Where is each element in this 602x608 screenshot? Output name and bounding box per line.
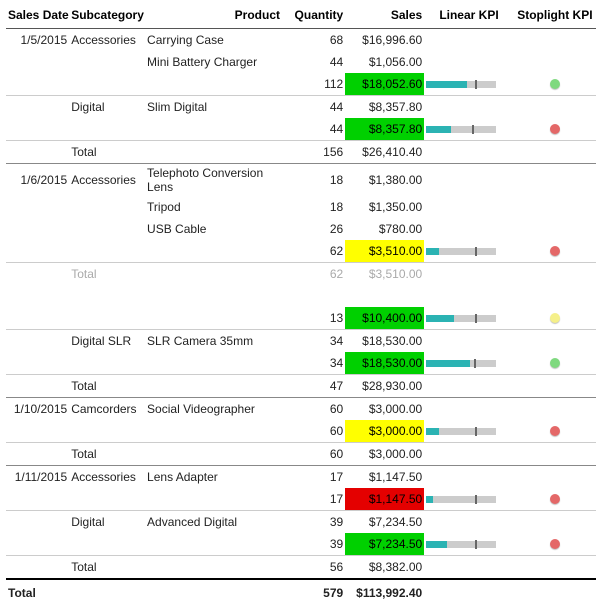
col-sales[interactable]: Sales bbox=[345, 4, 424, 29]
date-total-row: Total156$26,410.40 bbox=[6, 141, 596, 164]
stoplight-kpi bbox=[514, 118, 596, 141]
stoplight-kpi bbox=[514, 73, 596, 96]
linear-kpi bbox=[424, 73, 514, 96]
stoplight-kpi bbox=[514, 533, 596, 556]
linear-kpi bbox=[424, 307, 514, 330]
table-row: 1/11/2015AccessoriesLens Adapter17$1,147… bbox=[6, 466, 596, 489]
report-table: Sales Date Subcategory Product Quantity … bbox=[6, 4, 596, 604]
subtotal-row: 34$18,530.00 bbox=[6, 352, 596, 375]
stoplight-kpi bbox=[514, 240, 596, 263]
col-sales-date[interactable]: Sales Date bbox=[6, 4, 69, 29]
linear-kpi bbox=[424, 533, 514, 556]
subtotal-row: 44$8,357.80 bbox=[6, 118, 596, 141]
col-quantity[interactable]: Quantity bbox=[282, 4, 345, 29]
subtotal-row: 13$10,400.00 bbox=[6, 307, 596, 330]
table-row: Digital SLRSLR Camera 35mm34$18,530.00 bbox=[6, 330, 596, 353]
date-total-row: Total47$28,930.00 bbox=[6, 375, 596, 398]
stoplight-kpi bbox=[514, 420, 596, 443]
table-row: USB Cable26$780.00 bbox=[6, 218, 596, 240]
linear-kpi bbox=[424, 352, 514, 375]
grand-total-row: Total579$113,992.40 bbox=[6, 579, 596, 604]
table-row: Tripod18$1,350.00 bbox=[6, 196, 596, 218]
col-linear-kpi[interactable]: Linear KPI bbox=[424, 4, 514, 29]
col-stoplight-kpi[interactable]: Stoplight KPI bbox=[514, 4, 596, 29]
linear-kpi bbox=[424, 240, 514, 263]
table-row: DigitalAdvanced Digital39$7,234.50 bbox=[6, 511, 596, 534]
col-product[interactable]: Product bbox=[145, 4, 282, 29]
subtotal-row: 17$1,147.50 bbox=[6, 488, 596, 511]
subtotal-row: 112$18,052.60 bbox=[6, 73, 596, 96]
stoplight-kpi bbox=[514, 352, 596, 375]
report: Sales Date Subcategory Product Quantity … bbox=[0, 0, 602, 608]
stoplight-kpi bbox=[514, 307, 596, 330]
table-row: 1/5/2015AccessoriesCarrying Case68$16,99… bbox=[6, 29, 596, 52]
date-total-row: Total60$3,000.00 bbox=[6, 443, 596, 466]
table-row: 1/6/2015AccessoriesTelephoto Conversion … bbox=[6, 164, 596, 197]
blank-row bbox=[6, 285, 596, 307]
stoplight-kpi bbox=[514, 488, 596, 511]
subtotal-row: 62$3,510.00 bbox=[6, 240, 596, 263]
header-row: Sales Date Subcategory Product Quantity … bbox=[6, 4, 596, 29]
table-row: Mini Battery Charger44$1,056.00 bbox=[6, 51, 596, 73]
table-row: 1/10/2015CamcordersSocial Videographer60… bbox=[6, 398, 596, 421]
subtotal-row: 39$7,234.50 bbox=[6, 533, 596, 556]
date-total-row: Total56$8,382.00 bbox=[6, 556, 596, 580]
linear-kpi bbox=[424, 488, 514, 511]
table-row: DigitalSlim Digital44$8,357.80 bbox=[6, 96, 596, 119]
subtotal-row: 60$3,000.00 bbox=[6, 420, 596, 443]
date-total-row: Total62$3,510.00 bbox=[6, 263, 596, 286]
linear-kpi bbox=[424, 420, 514, 443]
linear-kpi bbox=[424, 118, 514, 141]
col-subcategory[interactable]: Subcategory bbox=[69, 4, 145, 29]
